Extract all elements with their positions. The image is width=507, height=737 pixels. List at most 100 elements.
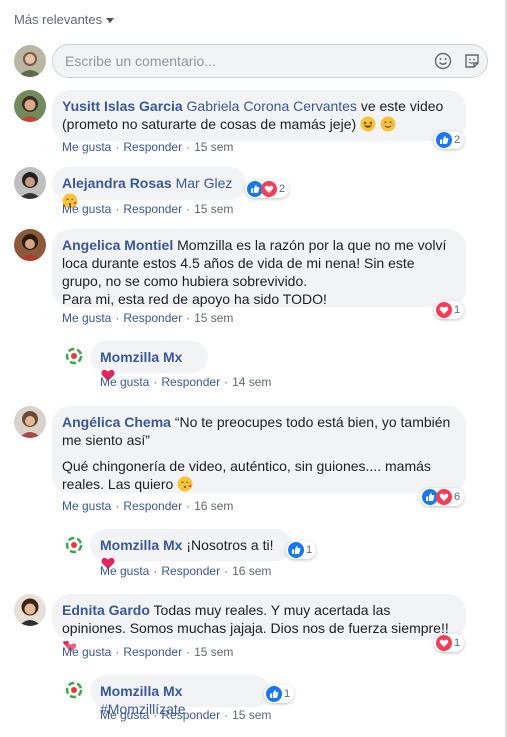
like-link[interactable]: Me gusta (62, 499, 111, 513)
comment-text-line2: Para mi, esta red de apoyo ha sido TODO! (62, 291, 327, 307)
comment-bubble: Ednita Gardo Todas muy reales. Y muy ace… (52, 594, 466, 652)
comment-time[interactable]: 15 sem (194, 202, 233, 216)
reply-time[interactable]: 14 sem (232, 375, 271, 389)
commenter-avatar[interactable] (14, 406, 46, 438)
comment-bubble: Angelica Montiel Momzilla es la razón po… (52, 229, 466, 307)
like-link[interactable]: Me gusta (100, 375, 149, 389)
comment-bubble: Angélica Chema “No te preocupes todo est… (52, 406, 466, 493)
reply-link[interactable]: Responder (123, 140, 182, 154)
separator: · (224, 375, 229, 389)
reaction-summary[interactable]: 2 (434, 131, 465, 149)
comment-time[interactable]: 15 sem (194, 140, 233, 154)
reply-time[interactable]: 16 sem (232, 564, 271, 578)
commenter-avatar[interactable] (14, 167, 46, 199)
separator: · (186, 140, 191, 154)
reaction-summary[interactable]: 1 (286, 541, 317, 559)
reaction-summary[interactable]: 1 (434, 301, 465, 319)
tagged-user[interactable]: Mar Glez (176, 175, 233, 191)
reply-actions: Me gusta · Responder · 15 sem (100, 708, 271, 722)
like-link[interactable]: Me gusta (100, 564, 149, 578)
commenter-avatar[interactable] (14, 594, 46, 626)
current-user-avatar[interactable] (14, 45, 46, 77)
reply-author[interactable]: Momzilla Mx (100, 683, 182, 699)
sticker-icon[interactable] (463, 52, 481, 70)
reaction-summary[interactable]: 1 (264, 685, 295, 703)
separator: · (186, 311, 191, 325)
love-reaction-icon (436, 635, 452, 651)
reaction-count: 6 (454, 491, 461, 503)
comment-author[interactable]: Alejandra Rosas (62, 175, 172, 191)
comment-actions: Me gusta · Responder · 15 sem (62, 311, 233, 325)
sort-dropdown[interactable]: Más relevantes (14, 12, 115, 27)
separator: · (115, 499, 120, 513)
page-avatar[interactable] (64, 346, 84, 366)
like-link[interactable]: Me gusta (62, 140, 111, 154)
reply-link[interactable]: Responder (123, 645, 182, 659)
sort-label: Más relevantes (14, 12, 103, 27)
reply-link[interactable]: Responder (161, 708, 220, 722)
reply-time[interactable]: 15 sem (232, 708, 271, 722)
commenter-avatar[interactable] (14, 90, 46, 122)
comment-time[interactable]: 16 sem (194, 499, 233, 513)
reply-author[interactable]: Momzilla Mx (100, 537, 182, 553)
reply-link[interactable]: Responder (123, 311, 182, 325)
reply-link[interactable]: Responder (123, 499, 182, 513)
chevron-down-icon (106, 18, 115, 23)
reaction-count: 2 (279, 183, 286, 195)
comment-actions: Me gusta · Responder · 15 sem (62, 645, 233, 659)
reaction-count: 2 (454, 134, 461, 146)
reaction-summary[interactable]: 6 (420, 488, 465, 506)
tagged-user[interactable]: Gabriela Corona Cervantes (187, 98, 357, 114)
reaction-summary[interactable]: 2 (245, 180, 290, 198)
comment-input[interactable] (65, 53, 415, 69)
reply-author[interactable]: Momzilla Mx (100, 349, 182, 365)
comment-time[interactable]: 15 sem (194, 311, 233, 325)
reply-bubble: Momzilla Mx (90, 341, 208, 381)
reaction-count: 1 (454, 637, 461, 649)
separator: · (115, 311, 120, 325)
comment-time[interactable]: 15 sem (194, 645, 233, 659)
reply-link[interactable]: Responder (161, 564, 220, 578)
separator: · (115, 140, 120, 154)
comment-bubble: Yusitt Islas Garcia Gabriela Corona Cerv… (52, 90, 466, 141)
separator: · (224, 708, 229, 722)
separator: · (115, 645, 120, 659)
separator: · (153, 708, 158, 722)
comment-actions: Me gusta · Responder · 15 sem (62, 202, 233, 216)
reply-link[interactable]: Responder (161, 375, 220, 389)
love-reaction-icon (436, 489, 452, 505)
reply-actions: Me gusta · Responder · 14 sem (100, 375, 271, 389)
page-avatar[interactable] (64, 535, 84, 555)
separator: · (115, 202, 120, 216)
separator: · (153, 564, 158, 578)
separator: · (186, 645, 191, 659)
reply-link[interactable]: Responder (123, 202, 182, 216)
reaction-summary[interactable]: 1 (434, 634, 465, 652)
like-link[interactable]: Me gusta (100, 708, 149, 722)
like-link[interactable]: Me gusta (62, 645, 111, 659)
smiling-emoji-icon (380, 116, 396, 132)
reply-bubble: Momzilla Mx #Momzillízate (90, 675, 270, 717)
comment-bubble: Alejandra Rosas Mar Glez (52, 167, 246, 209)
emoji-picker-icon[interactable] (434, 52, 452, 70)
commenter-avatar[interactable] (14, 229, 46, 261)
comment-actions: Me gusta · Responder · 16 sem (62, 499, 233, 513)
reply-actions: Me gusta · Responder · 16 sem (100, 564, 271, 578)
comment-author[interactable]: Angelica Montiel (62, 237, 173, 253)
comment-actions: Me gusta · Responder · 15 sem (62, 140, 233, 154)
like-reaction-icon (288, 542, 304, 558)
page-avatar[interactable] (64, 680, 84, 700)
reaction-count: 1 (454, 304, 461, 316)
like-link[interactable]: Me gusta (62, 202, 111, 216)
reply-text: ¡Nosotros a ti! (182, 537, 274, 553)
comment-author[interactable]: Yusitt Islas Garcia (62, 98, 183, 114)
comment-author[interactable]: Ednita Gardo (62, 602, 150, 618)
love-reaction-icon (436, 302, 452, 318)
laughing-emoji-icon (360, 116, 376, 132)
separator: · (153, 375, 158, 389)
comment-composer[interactable] (52, 44, 488, 78)
love-reaction-icon (261, 181, 277, 197)
comment-author[interactable]: Angélica Chema (62, 414, 171, 430)
like-link[interactable]: Me gusta (62, 311, 111, 325)
like-reaction-icon (436, 132, 452, 148)
